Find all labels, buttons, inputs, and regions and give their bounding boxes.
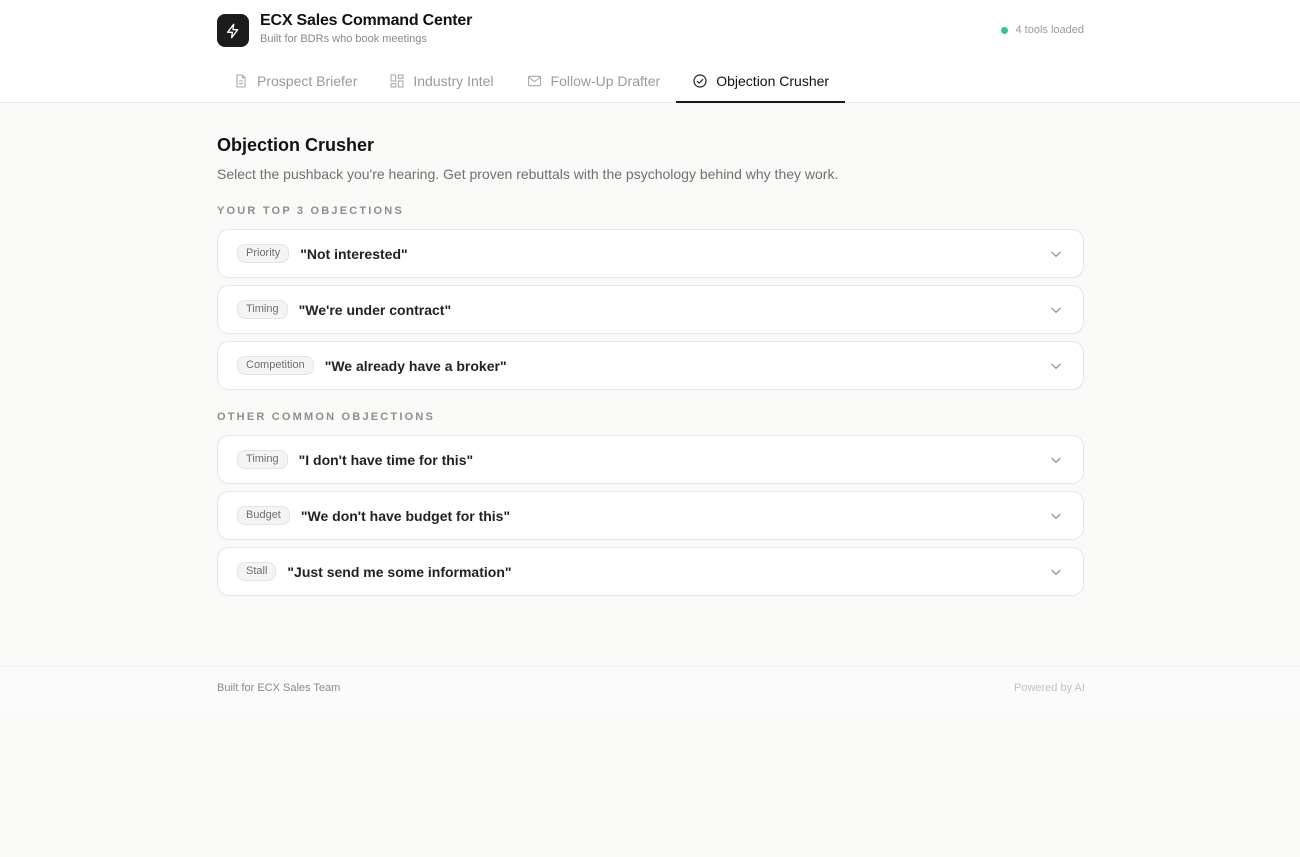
app-header: ECX Sales Command Center Built for BDRs …: [0, 0, 1300, 103]
tab-follow-up-drafter[interactable]: Follow-Up Drafter: [510, 60, 677, 103]
category-badge: Timing: [237, 300, 288, 319]
objection-text: "Just send me some information": [287, 563, 512, 580]
section-label-other: OTHER COMMON OBJECTIONS: [217, 411, 436, 423]
main-content: Objection Crusher Select the pushback yo…: [217, 103, 1084, 596]
category-badge: Stall: [237, 562, 277, 581]
tab-label: Objection Crusher: [716, 72, 830, 89]
tab-label: Industry Intel: [413, 72, 494, 89]
objection-card[interactable]: Timing "We're under contract": [217, 285, 1084, 334]
chevron-down-icon: [1051, 307, 1061, 313]
brand: ECX Sales Command Center Built for BDRs …: [217, 0, 1084, 60]
chevron-down-icon: [1051, 363, 1061, 369]
status-text: 4 tools loaded: [1015, 24, 1085, 36]
footer: Built for ECX Sales Team Powered by AI: [0, 666, 1300, 712]
objection-card[interactable]: Stall "Just send me some information": [217, 547, 1084, 596]
chevron-down-icon: [1051, 569, 1061, 575]
tab-objection-crusher[interactable]: Objection Crusher: [676, 60, 846, 103]
tab-industry-intel[interactable]: Industry Intel: [373, 60, 509, 103]
status-dot-icon: [1000, 26, 1008, 34]
category-badge: Budget: [237, 506, 290, 525]
status-indicator: 4 tools loaded: [1000, 24, 1085, 36]
objection-text: "We don't have budget for this": [300, 507, 511, 524]
tab-bar: Prospect Briefer Industry Intel Follow-U…: [217, 60, 846, 103]
objection-text: "Not interested": [300, 245, 408, 262]
app-subtitle: Built for BDRs who book meetings: [260, 33, 427, 45]
objection-text: "I don't have time for this": [298, 451, 474, 468]
objection-card[interactable]: Priority "Not interested": [217, 229, 1084, 278]
document-icon: [236, 73, 246, 88]
objection-card[interactable]: Timing "I don't have time for this": [217, 435, 1084, 484]
app-title: ECX Sales Command Center: [260, 12, 473, 29]
category-badge: Timing: [237, 450, 288, 469]
footer-powered-by: Powered by AI: [1014, 682, 1085, 694]
objection-card[interactable]: Budget "We don't have budget for this": [217, 491, 1084, 540]
chevron-down-icon: [1051, 513, 1061, 519]
page-title: Objection Crusher: [217, 135, 375, 155]
chevron-down-icon: [1051, 457, 1061, 463]
page-description: Select the pushback you're hearing. Get …: [217, 166, 839, 182]
footer-credit: Built for ECX Sales Team: [217, 682, 341, 694]
lightning-bolt-icon: [217, 14, 249, 47]
objection-text: "We already have a broker": [324, 357, 507, 374]
category-badge: Priority: [237, 244, 290, 263]
objection-text: "We're under contract": [298, 301, 452, 318]
tab-label: Prospect Briefer: [257, 72, 358, 89]
section-label-top: YOUR TOP 3 OBJECTIONS: [217, 205, 404, 217]
chevron-down-icon: [1051, 251, 1061, 257]
check-circle-icon: [693, 73, 707, 88]
tab-label: Follow-Up Drafter: [550, 72, 661, 89]
tab-prospect-briefer[interactable]: Prospect Briefer: [217, 60, 373, 103]
grid-icon: [390, 73, 404, 88]
mail-icon: [527, 75, 541, 86]
objection-card[interactable]: Competition "We already have a broker": [217, 341, 1084, 390]
category-badge: Competition: [237, 356, 314, 375]
